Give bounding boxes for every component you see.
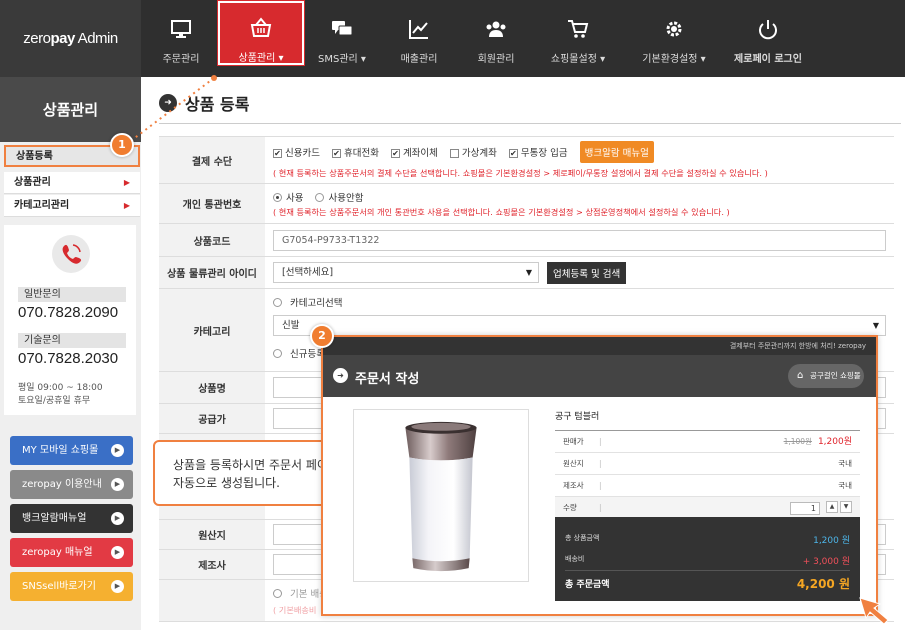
pointer-arrow-icon (859, 597, 889, 625)
total-value: + 3,000 원 (802, 557, 850, 567)
step-badge-2: 2 (310, 324, 334, 348)
step-badge-1: 1 (110, 133, 134, 157)
total-label: 배송비 (565, 555, 585, 563)
preview-title: 주문서 작성 (355, 372, 420, 387)
tumbler-image (405, 421, 477, 572)
row-label: 수량 (563, 503, 577, 512)
quantity-input[interactable]: 1 (790, 502, 820, 515)
sale-price: 1,200원 (817, 437, 852, 447)
grand-total-row: 총 주문금액 4,200 원 (565, 577, 850, 591)
product-info: 공구 텀블러 판매가 | 1,100원 1,200원 원산지 | 국내 제조사 | 국내… (555, 409, 860, 601)
row-label: 제조사 (563, 481, 584, 490)
row-value: 국내 (838, 459, 852, 468)
total-label: 총 주문금액 (565, 580, 610, 590)
increase-icon[interactable]: ▲ (826, 501, 838, 513)
preview-header: ➜ 주문서 작성 ⌂ 공구걸인 쇼핑몰 (323, 355, 876, 397)
quantity-row: 수량 | 1 ▲ ▼ (555, 497, 860, 519)
arrow-circle-icon: ➜ (333, 368, 348, 383)
price-row: 판매가 | 1,100원 1,200원 (555, 431, 860, 453)
order-form-preview: 결제부터 주문관리까지 한방에 처리! zeropay ➜ 주문서 작성 ⌂ 공구… (321, 335, 878, 616)
decrease-icon[interactable]: ▼ (840, 501, 852, 513)
button-label: 공구걸인 쇼핑몰 (810, 371, 861, 380)
row-label: 원산지 (563, 459, 584, 468)
row-label: 판매가 (563, 437, 584, 446)
origin-row: 원산지 | 국내 (555, 453, 860, 475)
total-product-row: 총 상품금액 1,200 원 (565, 533, 850, 546)
preview-topbar: 결제부터 주문관리까지 한방에 처리! zeropay (323, 337, 876, 355)
shop-home-button[interactable]: ⌂ 공구걸인 쇼핑몰 (788, 364, 864, 388)
preview-top-text: 결제부터 주문관리까지 한방에 처리! zeropay (729, 342, 866, 350)
product-image (353, 409, 529, 582)
total-label: 총 상품금액 (565, 534, 600, 542)
order-totals: 총 상품금액 1,200 원 배송비 + 3,000 원 총 주문금액 4,200 원 (555, 517, 860, 601)
original-price: 1,100원 (783, 437, 812, 446)
home-icon: ⌂ (797, 370, 804, 381)
product-name: 공구 텀블러 (555, 409, 860, 431)
maker-row: 제조사 | 국내 (555, 475, 860, 497)
total-value: 1,200 원 (813, 536, 850, 546)
row-value: 국내 (838, 481, 852, 490)
grand-total-value: 4,200 원 (796, 577, 850, 591)
shipping-fee-row: 배송비 + 3,000 원 (565, 554, 850, 567)
